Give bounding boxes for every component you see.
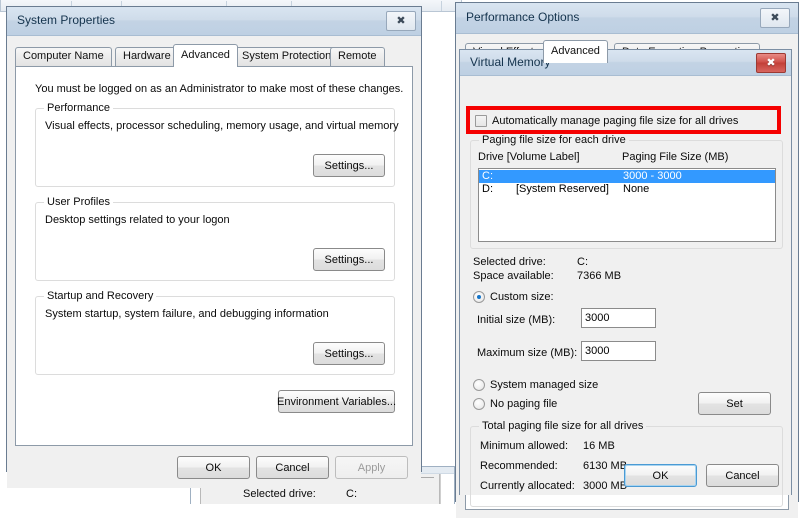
performance-settings-button[interactable]: Settings... [313, 154, 385, 177]
button-label: Apply [357, 461, 386, 474]
tab-label: Hardware [123, 50, 171, 62]
row-drive: C: [482, 170, 493, 182]
recommended-value: 6130 MB [583, 460, 628, 472]
currently-allocated-label: Currently allocated: [480, 480, 575, 492]
system-properties-cancel-button[interactable]: Cancel [256, 456, 329, 479]
selected-drive-label: Selected drive: [473, 256, 546, 268]
initial-size-label: Initial size (MB): [477, 314, 556, 326]
startup-recovery-description: System startup, system failure, and debu… [45, 308, 329, 320]
administrator-notice: You must be logged on as an Administrato… [35, 83, 404, 95]
space-available-label: Space available: [473, 270, 554, 282]
system-properties-title: System Properties [17, 13, 116, 27]
performance-group-label: Performance [44, 102, 113, 114]
user-profiles-settings-button[interactable]: Settings... [313, 248, 385, 271]
system-properties-tabstrip: Computer Name Hardware Advanced System P… [15, 44, 413, 67]
button-label: Cancel [275, 461, 310, 474]
button-label: Environment Variables... [276, 395, 397, 408]
startup-recovery-settings-button[interactable]: Settings... [313, 342, 385, 365]
user-profiles-description: Desktop settings related to your logon [45, 214, 230, 226]
row-size: 3000 - 3000 [623, 170, 682, 182]
tab-hardware[interactable]: Hardware [115, 47, 179, 66]
button-label: Cancel [725, 469, 760, 482]
user-profiles-group-label: User Profiles [44, 196, 113, 208]
row-drive: D: [482, 183, 493, 195]
startup-recovery-group: Startup and Recovery System startup, sys… [35, 290, 395, 375]
button-label: Settings... [324, 347, 374, 360]
system-properties-ok-button[interactable]: OK [177, 456, 250, 479]
button-label: Set [726, 397, 743, 410]
no-paging-file-label: No paging file [490, 398, 558, 410]
system-managed-size-radio[interactable] [473, 379, 485, 391]
maximum-size-label: Maximum size (MB): [477, 347, 578, 359]
minimum-allowed-label: Minimum allowed: [480, 440, 569, 452]
no-paging-file-radio[interactable] [473, 398, 485, 410]
virtual-memory-dialog: Virtual Memory ✖ Automatically manage pa… [459, 49, 792, 507]
startup-recovery-group-label: Startup and Recovery [44, 290, 157, 302]
bg-selected-drive-label: Selected drive: [243, 488, 316, 500]
minimum-allowed-value: 16 MB [583, 440, 615, 452]
recommended-label: Recommended: [480, 460, 558, 472]
close-icon[interactable]: ✖ [756, 53, 786, 73]
close-icon[interactable]: ✖ [760, 8, 790, 28]
table-row[interactable]: C: 3000 - 3000 [479, 170, 775, 183]
maximum-size-input[interactable]: 3000 [581, 341, 656, 361]
environment-variables-button[interactable]: Environment Variables... [276, 390, 397, 413]
space-available-value: 7366 MB [577, 270, 622, 282]
tab-system-protection[interactable]: System Protection [234, 47, 340, 66]
virtual-memory-ok-button[interactable]: OK [624, 464, 697, 487]
auto-manage-checkbox[interactable] [475, 115, 487, 127]
button-label: OK [205, 461, 222, 474]
currently-allocated-value: 3000 MB [583, 480, 628, 492]
button-label: Settings... [324, 159, 374, 172]
input-value: 3000 [585, 312, 610, 324]
paging-file-group-label: Paging file size for each drive [479, 134, 629, 146]
user-profiles-group: User Profiles Desktop settings related t… [35, 196, 395, 281]
button-label: Settings... [324, 253, 374, 266]
virtual-memory-titlebar: Virtual Memory ✖ [460, 50, 791, 76]
system-properties-window: System Properties ✖ Computer Name Hardwa… [6, 6, 422, 488]
tab-advanced[interactable]: Advanced [543, 40, 608, 63]
drives-listview[interactable]: C: 3000 - 3000 D: [System Reserved] None [478, 168, 776, 242]
performance-description: Visual effects, processor scheduling, me… [45, 120, 399, 132]
row-size: None [623, 183, 650, 195]
system-properties-titlebar: System Properties ✖ [7, 7, 421, 36]
auto-manage-label: Automatically manage paging file size fo… [492, 115, 739, 127]
input-value: 3000 [585, 345, 610, 357]
table-row[interactable]: D: [System Reserved] None [479, 183, 775, 196]
bg-selected-drive-value: C: [346, 488, 357, 500]
column-header-size: Paging File Size (MB) [622, 151, 729, 163]
button-label: OK [652, 469, 669, 482]
custom-size-label: Custom size: [490, 291, 554, 303]
tab-advanced[interactable]: Advanced [173, 44, 238, 67]
tab-computer-name[interactable]: Computer Name [15, 47, 112, 66]
paging-file-group: Paging file size for each drive Drive [V… [470, 134, 783, 249]
performance-options-title: Performance Options [466, 10, 580, 24]
column-header-drive: Drive [Volume Label] [478, 151, 580, 163]
virtual-memory-cancel-button[interactable]: Cancel [706, 464, 779, 487]
selected-drive-value: C: [577, 256, 588, 268]
custom-size-radio[interactable] [473, 291, 485, 303]
tab-label: Computer Name [23, 50, 104, 62]
initial-size-input[interactable]: 3000 [581, 308, 656, 328]
close-icon[interactable]: ✖ [386, 11, 416, 31]
row-volume: [System Reserved] [516, 183, 609, 195]
tab-label: Advanced [551, 45, 600, 57]
system-properties-apply-button: Apply [335, 456, 408, 479]
total-paging-group-label: Total paging file size for all drives [479, 420, 647, 432]
virtual-memory-title: Virtual Memory [470, 55, 551, 69]
set-button[interactable]: Set [698, 392, 771, 415]
performance-options-titlebar: Performance Options ✖ [456, 3, 798, 34]
tab-remote[interactable]: Remote [330, 47, 385, 66]
system-managed-size-label: System managed size [490, 379, 599, 391]
tab-label: System Protection [242, 50, 332, 62]
performance-group: Performance Visual effects, processor sc… [35, 102, 399, 187]
advanced-tab-page: You must be logged on as an Administrato… [15, 66, 413, 446]
tab-label: Remote [338, 50, 377, 62]
tab-label: Advanced [181, 49, 230, 61]
